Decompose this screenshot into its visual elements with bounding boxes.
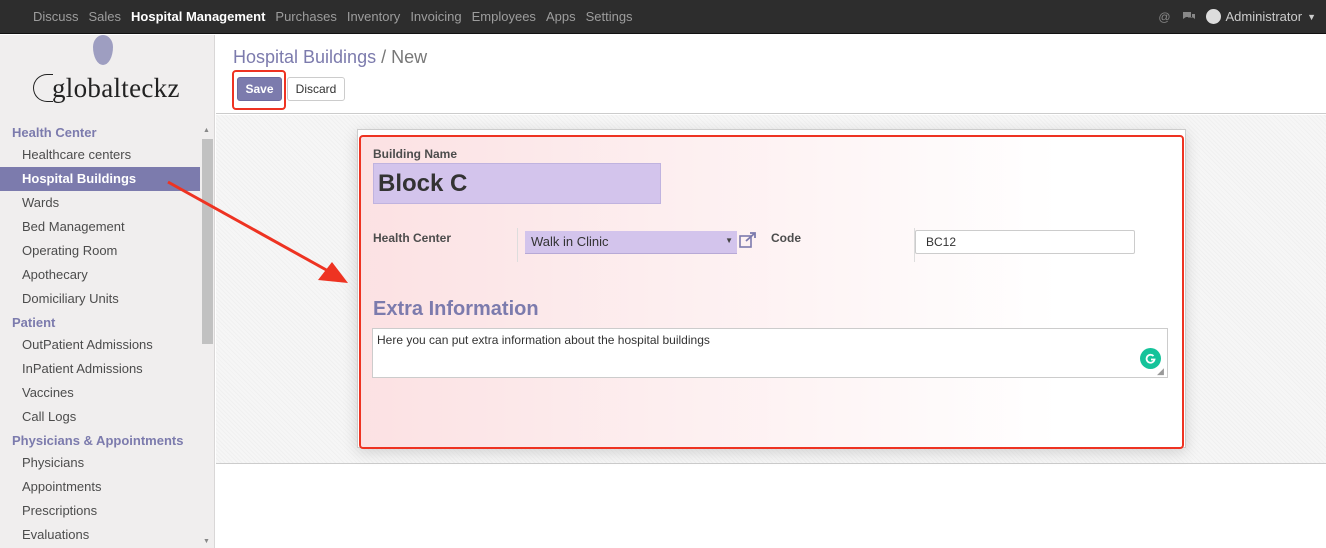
sidebar-item-domiciliary-units[interactable]: Domiciliary Units	[0, 287, 201, 311]
at-icon[interactable]: @	[1158, 10, 1172, 24]
breadcrumb-separator: /	[381, 47, 387, 67]
sidebar-item-vaccines[interactable]: Vaccines	[0, 381, 201, 405]
logo-drop-icon	[93, 35, 113, 65]
menu-employees[interactable]: Employees	[467, 9, 541, 24]
sidebar-item-physicians[interactable]: Physicians	[0, 451, 201, 475]
sidebar-item-appointments[interactable]: Appointments	[0, 475, 201, 499]
resize-handle-icon[interactable]: ◢	[1157, 366, 1164, 377]
sidebar-item-hospital-buildings[interactable]: Hospital Buildings	[0, 167, 201, 191]
section-physicians-appointments: Physicians & Appointments	[12, 433, 184, 448]
sidebar-item-healthcare-centers[interactable]: Healthcare centers	[0, 143, 201, 167]
sidebar-item-call-logs[interactable]: Call Logs	[0, 405, 201, 429]
breadcrumb-parent[interactable]: Hospital Buildings	[233, 47, 376, 67]
save-button[interactable]: Save	[237, 77, 282, 101]
sidebar-item-wards[interactable]: Wards	[0, 191, 201, 215]
control-panel: Hospital Buildings / New Save Discard	[216, 35, 1326, 114]
sidebar-item-bed-management[interactable]: Bed Management	[0, 215, 201, 239]
scroll-down-icon[interactable]: ▼	[203, 538, 210, 545]
sidebar-item-outpatient-admissions[interactable]: OutPatient Admissions	[0, 333, 201, 357]
sidebar-item-inpatient-admissions[interactable]: InPatient Admissions	[0, 357, 201, 381]
field-separator	[517, 228, 518, 262]
code-label: Code	[771, 231, 801, 245]
sidebar-nav: Health Center Healthcare centers Hospita…	[0, 117, 214, 547]
scroll-up-icon[interactable]: ▲	[203, 127, 210, 134]
menu-discuss[interactable]: Discuss	[28, 9, 84, 24]
avatar	[1205, 9, 1221, 24]
scrollbar-thumb[interactable]	[202, 139, 213, 344]
building-name-input[interactable]: Block C	[373, 163, 661, 204]
menu-hospital-management[interactable]: Hospital Management	[126, 9, 270, 24]
section-patient: Patient	[12, 315, 56, 330]
sidebar-item-prescriptions[interactable]: Prescriptions	[0, 499, 201, 523]
sidebar-item-apothecary[interactable]: Apothecary	[0, 263, 201, 287]
extra-information-title: Extra Information	[373, 298, 539, 320]
discard-button[interactable]: Discard	[287, 77, 345, 101]
sidebar-item-operating-room[interactable]: Operating Room	[0, 239, 201, 263]
user-menu[interactable]: Administrator ▼	[1205, 9, 1316, 24]
sidebar: globalteckz Health Center Healthcare cen…	[0, 35, 215, 548]
menu-settings[interactable]: Settings	[581, 9, 638, 24]
chevron-down-icon: ▼	[1307, 11, 1316, 22]
menu-purchases[interactable]: Purchases	[270, 9, 341, 24]
top-navbar: Discuss Sales Hospital Management Purcha…	[0, 0, 1326, 34]
chat-icon[interactable]	[1182, 10, 1196, 24]
building-name-label: Building Name	[373, 147, 458, 161]
external-link-icon[interactable]	[738, 231, 758, 249]
menu-sales[interactable]: Sales	[84, 9, 127, 24]
sidebar-scrollbar[interactable]: ▲ ▼	[200, 122, 214, 548]
company-logo[interactable]: globalteckz	[0, 35, 214, 117]
menu-inventory[interactable]: Inventory	[342, 9, 405, 24]
breadcrumb-current: New	[391, 47, 428, 67]
app-menu: Discuss Sales Hospital Management Purcha…	[0, 0, 638, 33]
chevron-down-icon[interactable]: ▼	[725, 236, 733, 245]
health-center-value: Walk in Clinic	[531, 234, 609, 249]
sidebar-item-evaluations[interactable]: Evaluations	[0, 523, 201, 547]
logo-text: globalteckz	[33, 73, 180, 105]
form-view: Building Name Block C Health Center Walk…	[216, 115, 1326, 464]
breadcrumb: Hospital Buildings / New	[233, 47, 427, 68]
code-input[interactable]: BC12	[915, 230, 1135, 254]
extra-information-textarea[interactable]: Here you can put extra information about…	[372, 328, 1168, 378]
menu-invoicing[interactable]: Invoicing	[405, 9, 466, 24]
section-health-center: Health Center	[12, 125, 97, 140]
topbar-right: @ Administrator ▼	[1158, 0, 1316, 33]
health-center-label: Health Center	[373, 231, 452, 245]
health-center-select[interactable]: Walk in Clinic ▼	[525, 231, 737, 254]
user-name: Administrator	[1225, 9, 1303, 24]
menu-apps[interactable]: Apps	[541, 9, 581, 24]
